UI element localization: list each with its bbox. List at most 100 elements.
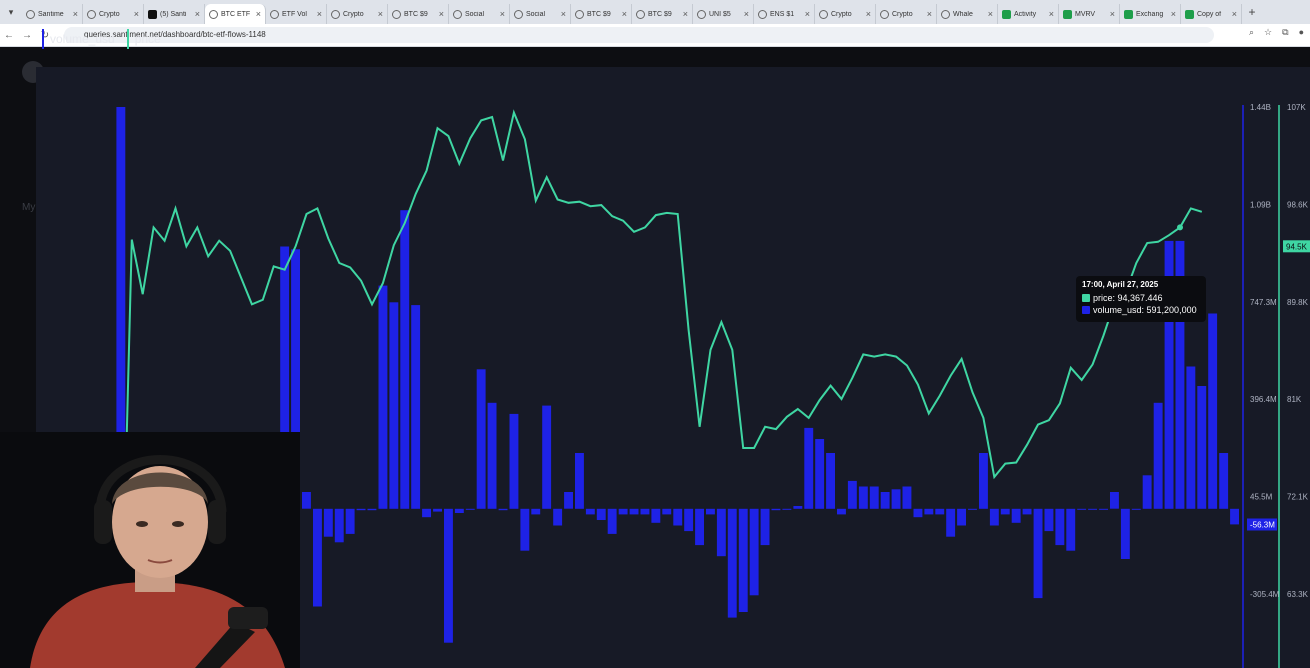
volume-bar xyxy=(1077,508,1087,510)
volume-bar xyxy=(454,508,464,513)
volume-bar xyxy=(706,508,715,515)
volume-bar xyxy=(367,508,377,511)
volume-bar xyxy=(738,508,748,612)
volume-bar xyxy=(509,413,519,509)
price-hover-dot xyxy=(1177,224,1183,231)
volume-bar xyxy=(880,492,890,509)
volume-bar xyxy=(640,508,650,515)
volume-bar xyxy=(902,486,912,509)
volume-bar xyxy=(400,210,410,509)
volume-bar xyxy=(356,508,366,511)
volume-bar xyxy=(1186,366,1196,509)
volume-bar xyxy=(1022,508,1032,515)
volume-bar xyxy=(444,508,453,643)
volume-bar xyxy=(826,453,835,509)
volume-bar xyxy=(1208,313,1218,509)
volume-bar xyxy=(564,492,573,509)
tooltip-time: 17:00, April 27, 2025 xyxy=(1082,280,1159,289)
volume-bar xyxy=(1219,453,1229,509)
volume-bar xyxy=(924,508,934,515)
tooltip-volume-label: volume_usd: 591,200,000 xyxy=(1093,305,1197,315)
price-tick-label: 81K xyxy=(1287,395,1302,404)
volume-bar xyxy=(1033,508,1043,599)
volume-bar xyxy=(1088,508,1097,510)
volume-bar xyxy=(629,508,639,515)
presenter-webcam-image xyxy=(0,432,300,668)
volume-bar xyxy=(498,508,508,511)
volume-bar xyxy=(1110,492,1119,509)
volume-bar xyxy=(749,508,759,596)
volume-bar xyxy=(302,492,311,509)
price-current-label: 94.5K xyxy=(1286,242,1308,251)
volume-bar xyxy=(989,508,999,526)
volume-bar xyxy=(727,508,737,618)
tooltip-volume-swatch xyxy=(1082,306,1090,314)
volume-bar xyxy=(1120,508,1130,559)
volume-bar xyxy=(334,508,344,543)
volume-bar xyxy=(1055,508,1065,546)
price-tick-label: 63.3K xyxy=(1287,590,1309,599)
volume-tick-label: 1.44B xyxy=(1250,103,1271,112)
tooltip-volume-row: volume_usd: 591,200,000 xyxy=(1082,305,1200,315)
volume-bar xyxy=(662,508,672,515)
volume-bar xyxy=(585,508,595,515)
volume-bar xyxy=(1142,475,1152,509)
webcam-overlay xyxy=(0,432,300,668)
volume-bar xyxy=(378,285,388,509)
price-tick-label: 98.6K xyxy=(1287,200,1309,209)
volume-bar xyxy=(760,508,770,546)
volume-tick-label: 1.09B xyxy=(1250,200,1271,209)
volume-current-label: -56.3M xyxy=(1250,520,1275,529)
volume-bar xyxy=(771,508,781,511)
volume-bar xyxy=(520,508,530,551)
volume-bar xyxy=(651,508,661,523)
volume-bar xyxy=(1066,508,1076,551)
volume-bar xyxy=(1011,508,1021,523)
volume-bar xyxy=(815,439,825,509)
volume-bar xyxy=(618,508,628,515)
volume-bar xyxy=(596,508,606,520)
volume-bar xyxy=(389,302,399,509)
tooltip-price-row: price: 94,367.446 xyxy=(1082,293,1200,303)
volume-bar xyxy=(858,486,868,509)
volume-bar xyxy=(531,508,541,515)
volume-bar xyxy=(684,508,694,532)
volume-bar xyxy=(804,427,814,509)
volume-bar xyxy=(1131,508,1141,510)
volume-bar xyxy=(847,480,857,509)
volume-bar xyxy=(575,453,584,509)
volume-bar xyxy=(935,508,945,515)
volume-bar xyxy=(323,508,333,537)
volume-bar xyxy=(553,508,563,526)
volume-bar xyxy=(782,508,792,510)
volume-bar xyxy=(607,508,617,534)
volume-bar xyxy=(837,508,846,515)
volume-bar xyxy=(1197,386,1207,509)
volume-bar xyxy=(869,486,879,509)
volume-tick-label: -305.4M xyxy=(1250,590,1280,599)
volume-tick-label: 747.3M xyxy=(1250,298,1277,307)
volume-bar xyxy=(1230,508,1239,525)
volume-bar xyxy=(979,453,988,509)
chart-tooltip: 17:00, April 27, 2025 price: 94,367.446 … xyxy=(1076,276,1206,322)
price-tick-label: 107K xyxy=(1287,103,1306,112)
volume-bar xyxy=(422,508,431,518)
volume-bar xyxy=(946,508,956,537)
volume-tick-label: 45.5M xyxy=(1250,493,1273,502)
volume-bar xyxy=(476,369,486,509)
price-tick-label: 89.8K xyxy=(1287,298,1309,307)
volume-bar xyxy=(673,508,683,526)
volume-bar xyxy=(1099,508,1108,510)
volume-bar xyxy=(1000,508,1010,515)
volume-bar xyxy=(968,508,977,510)
volume-bar xyxy=(891,489,901,509)
volume-bar xyxy=(957,508,966,526)
volume-bar xyxy=(313,508,322,607)
price-tick-label: 72.1K xyxy=(1287,493,1309,502)
tooltip-price-swatch xyxy=(1082,294,1090,302)
tooltip-price-label: price: 94,367.446 xyxy=(1093,293,1163,303)
volume-bar xyxy=(793,506,803,509)
volume-bar xyxy=(1044,508,1054,532)
volume-bar xyxy=(1153,402,1163,509)
volume-bar xyxy=(487,402,497,509)
